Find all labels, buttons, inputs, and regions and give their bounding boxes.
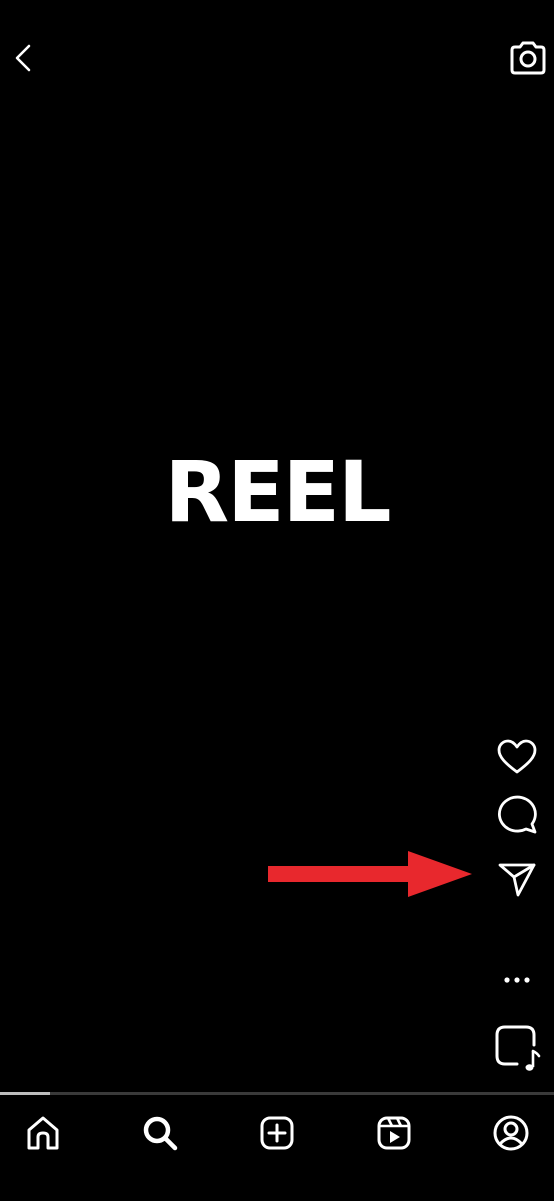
camera-icon[interactable]: [504, 36, 552, 80]
create-icon[interactable]: [249, 1110, 305, 1156]
playback-progress-bar[interactable]: [0, 1092, 554, 1095]
back-arrow-icon[interactable]: [2, 38, 42, 78]
search-icon[interactable]: [132, 1110, 188, 1156]
heart-icon[interactable]: [494, 736, 540, 778]
more-dots-icon[interactable]: [496, 966, 538, 994]
send-icon[interactable]: [494, 856, 540, 902]
comment-icon[interactable]: [494, 790, 540, 836]
reel-overlay-text: REEL: [164, 443, 392, 541]
bottom-nav-bar: [0, 1096, 554, 1201]
reel-screen: REEL: [0, 0, 554, 1201]
annotation-arrow: [268, 851, 472, 897]
home-icon[interactable]: [15, 1110, 71, 1156]
audio-sticker-icon[interactable]: [492, 1022, 544, 1074]
reels-icon[interactable]: [366, 1110, 422, 1156]
playback-progress-fill: [0, 1092, 50, 1095]
profile-icon[interactable]: [483, 1110, 539, 1156]
